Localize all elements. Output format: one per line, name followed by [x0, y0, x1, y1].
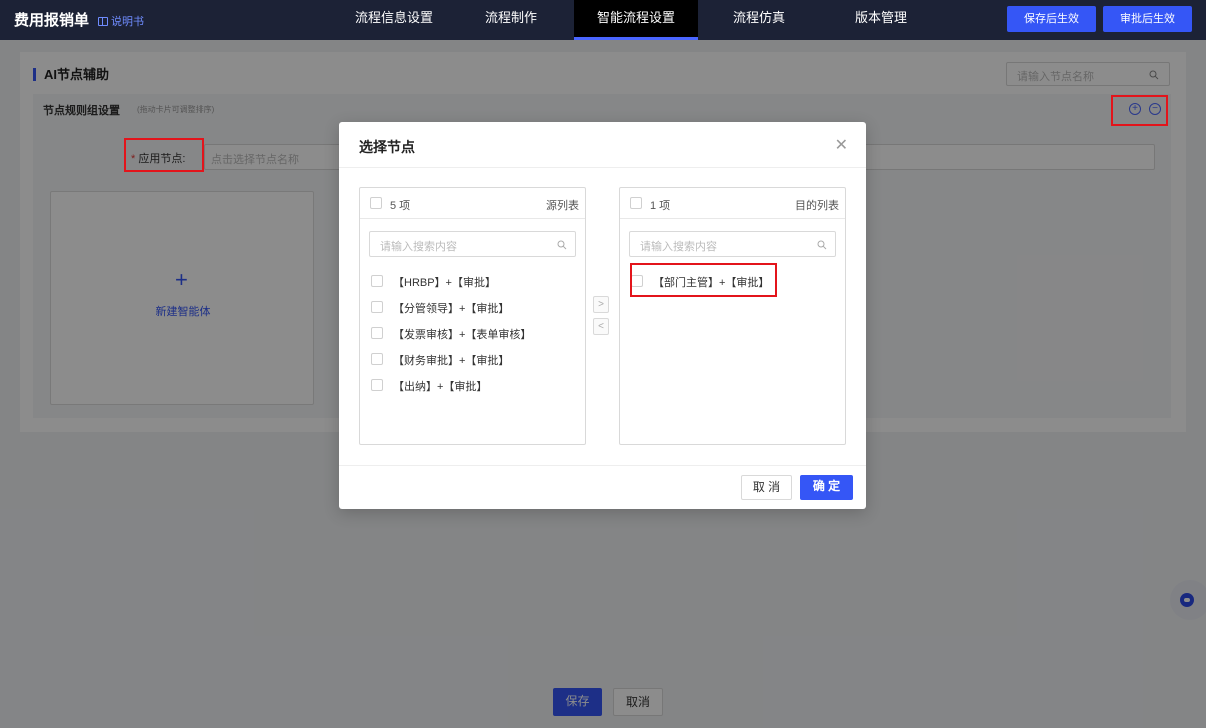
- top-navigation-bar: 费用报销单 说明书 流程信息设置 流程制作 智能流程设置 流程仿真 版本管理 保…: [0, 0, 1206, 40]
- item-checkbox[interactable]: [371, 327, 383, 339]
- manual-link[interactable]: 说明书: [98, 13, 144, 29]
- target-select-all-checkbox[interactable]: [630, 197, 642, 209]
- move-right-button[interactable]: >: [593, 296, 609, 313]
- app-title: 费用报销单: [14, 12, 90, 29]
- source-list-title: 源列表: [546, 200, 579, 212]
- source-count: 5 项: [390, 200, 411, 212]
- divider: [339, 167, 866, 168]
- item-checkbox[interactable]: [371, 379, 383, 391]
- book-icon: [98, 16, 108, 26]
- item-checkbox[interactable]: [371, 353, 383, 365]
- tab-version-management[interactable]: 版本管理: [836, 0, 926, 40]
- item-checkbox[interactable]: [371, 301, 383, 313]
- highlight-target-item: [630, 263, 777, 297]
- move-left-button[interactable]: <: [593, 318, 609, 335]
- target-list-title: 目的列表: [795, 200, 839, 212]
- approve-effective-button[interactable]: 审批后生效: [1103, 6, 1192, 32]
- save-effective-button[interactable]: 保存后生效: [1007, 6, 1096, 32]
- target-search-placeholder: 请输入搜索内容: [640, 241, 717, 253]
- dialog-confirm-button[interactable]: 确 定: [800, 475, 853, 500]
- target-list-header: 1 项 目的列表: [620, 188, 845, 219]
- target-count: 1 项: [650, 200, 671, 212]
- highlight-apply-node: [124, 138, 204, 172]
- dialog-cancel-button[interactable]: 取 消: [741, 475, 792, 500]
- target-list-panel: 1 项 目的列表 请输入搜索内容 【部门主管】+【审批】: [619, 187, 846, 445]
- tab-process-design[interactable]: 流程制作: [466, 0, 556, 40]
- source-search-placeholder: 请输入搜索内容: [380, 241, 457, 253]
- select-node-dialog: 选择节点 ✕ 5 项 源列表 请输入搜索内容 【HRBP】+【审批】 【分管领导…: [339, 122, 866, 509]
- search-icon: [557, 240, 567, 250]
- dialog-title: 选择节点: [359, 139, 415, 155]
- tab-process-simulation[interactable]: 流程仿真: [716, 0, 802, 40]
- list-item[interactable]: 【发票审核】+【表单审核】: [360, 323, 585, 343]
- target-search-input[interactable]: 请输入搜索内容: [629, 231, 836, 257]
- search-icon: [817, 240, 827, 250]
- list-item[interactable]: 【分管领导】+【审批】: [360, 297, 585, 317]
- list-item[interactable]: 【财务审批】+【审批】: [360, 349, 585, 369]
- divider: [339, 465, 866, 466]
- manual-link-label: 说明书: [111, 16, 144, 28]
- highlight-add-remove: [1111, 95, 1168, 126]
- list-item[interactable]: 【HRBP】+【审批】: [360, 271, 585, 291]
- tab-smart-process-settings[interactable]: 智能流程设置: [574, 0, 698, 40]
- source-list-header: 5 项 源列表: [360, 188, 585, 219]
- list-item[interactable]: 【出纳】+【审批】: [360, 375, 585, 395]
- close-icon[interactable]: ✕: [835, 135, 848, 155]
- source-select-all-checkbox[interactable]: [370, 197, 382, 209]
- tab-process-info-settings[interactable]: 流程信息设置: [344, 0, 444, 40]
- source-list-panel: 5 项 源列表 请输入搜索内容 【HRBP】+【审批】 【分管领导】+【审批】 …: [359, 187, 586, 445]
- item-checkbox[interactable]: [371, 275, 383, 287]
- source-search-input[interactable]: 请输入搜索内容: [369, 231, 576, 257]
